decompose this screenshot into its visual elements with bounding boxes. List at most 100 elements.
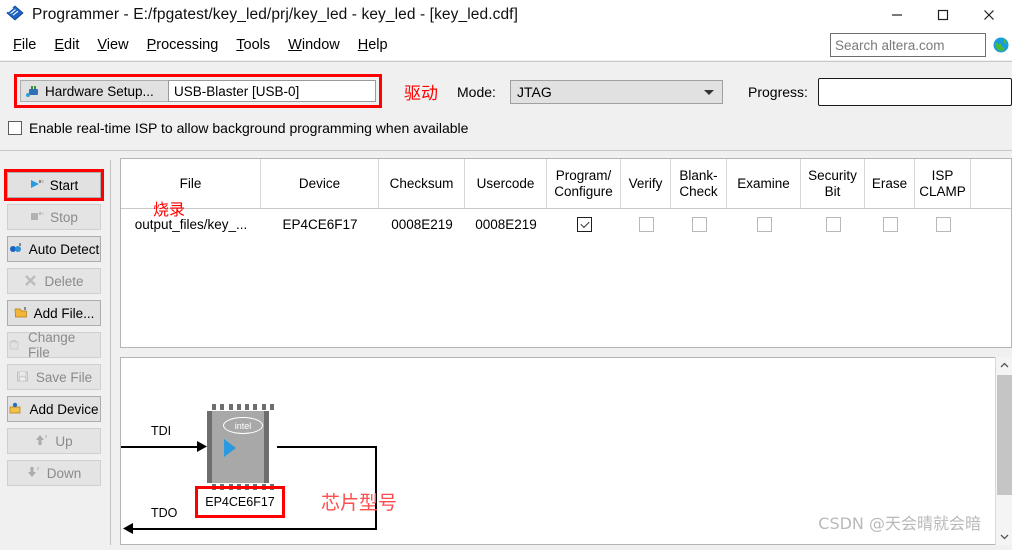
menu-item-help[interactable]: Help bbox=[349, 34, 397, 56]
diagram-vertical-scrollbar[interactable] bbox=[995, 357, 1012, 545]
action-button-label: Stop bbox=[50, 209, 78, 225]
realtime-isp-row[interactable]: Enable real-time ISP to allow background… bbox=[8, 120, 468, 136]
cell-checkbox-verify[interactable] bbox=[621, 209, 671, 239]
action-button-label: Auto Detect bbox=[28, 241, 100, 257]
table-column-header[interactable]: ISP CLAMP bbox=[915, 159, 971, 208]
close-button[interactable] bbox=[966, 0, 1012, 30]
checkbox-verify[interactable] bbox=[638, 216, 654, 232]
search-altera-box[interactable] bbox=[830, 33, 986, 57]
cell-file: output_files/key_... bbox=[134, 216, 248, 232]
action-button-label: Change File bbox=[28, 330, 76, 360]
checkbox-program-configure[interactable] bbox=[576, 216, 592, 232]
scroll-up-button[interactable] bbox=[996, 357, 1012, 374]
cell-checkbox-blank-check[interactable] bbox=[671, 209, 727, 239]
checkbox-erase[interactable] bbox=[882, 216, 898, 232]
progress-bar bbox=[818, 78, 1012, 106]
action-button-label: Down bbox=[46, 465, 82, 481]
column-separator bbox=[110, 160, 111, 548]
minimize-button[interactable] bbox=[874, 0, 920, 30]
fpga-chip-graphic[interactable]: intel bbox=[207, 404, 274, 490]
toolbar-separator bbox=[0, 150, 1012, 151]
table-column-header[interactable]: File bbox=[121, 159, 261, 208]
realtime-isp-checkbox[interactable] bbox=[8, 121, 22, 135]
scrollbar-thumb[interactable] bbox=[997, 375, 1012, 495]
intel-logo-icon: intel bbox=[223, 417, 263, 434]
table-column-header[interactable]: Program/Configure bbox=[547, 159, 621, 208]
chevron-down-icon bbox=[704, 90, 714, 95]
save-file-icon bbox=[16, 370, 31, 384]
auto-detect-icon bbox=[9, 242, 24, 256]
tdi-wire bbox=[121, 446, 201, 448]
chip-pin bbox=[236, 404, 241, 410]
action-button-label: Delete bbox=[44, 273, 84, 289]
add-file-icon bbox=[14, 306, 29, 320]
chip-pin bbox=[212, 404, 216, 410]
menu-item-processing[interactable]: Processing bbox=[138, 34, 228, 56]
stop-icon bbox=[30, 210, 45, 224]
cell-checkbox-isp-clamp[interactable] bbox=[915, 209, 971, 239]
checkbox-security-bit[interactable] bbox=[825, 216, 841, 232]
action-button-start[interactable]: Start bbox=[7, 172, 101, 198]
maximize-button[interactable] bbox=[920, 0, 966, 30]
action-button-label: Add Device bbox=[29, 401, 99, 417]
cell-checkbox-program-configure[interactable] bbox=[547, 209, 621, 239]
chip-pin bbox=[245, 404, 250, 410]
table-column-header[interactable]: Erase bbox=[865, 159, 915, 208]
add-device-icon bbox=[9, 402, 24, 416]
annotation-driver: 驱动 bbox=[404, 84, 438, 104]
chip-part-number-highlight: EP4CE6F17 bbox=[195, 486, 285, 518]
hardware-device-field[interactable]: USB-Blaster [USB-0] bbox=[168, 80, 376, 102]
chip-pin bbox=[261, 404, 266, 410]
cell-checkbox-examine[interactable] bbox=[727, 209, 801, 239]
checkbox-examine[interactable] bbox=[756, 216, 772, 232]
action-button-label: Save File bbox=[35, 369, 93, 385]
delete-x-icon bbox=[24, 274, 39, 288]
checkbox-blank-check[interactable] bbox=[691, 216, 707, 232]
cell-usercode: 0008E219 bbox=[475, 216, 537, 232]
tdi-label: TDI bbox=[151, 424, 172, 438]
hardware-setup-button[interactable]: Hardware Setup... bbox=[20, 80, 172, 102]
scroll-down-button[interactable] bbox=[996, 528, 1012, 545]
table-column-header[interactable]: Device bbox=[261, 159, 379, 208]
menu-item-window[interactable]: Window bbox=[279, 34, 349, 56]
cell-device: EP4CE6F17 bbox=[282, 216, 358, 232]
table-column-header[interactable]: Blank- Check bbox=[671, 159, 727, 208]
hardware-toolbar: Hardware Setup... USB-Blaster [USB-0] 驱动… bbox=[0, 62, 1012, 146]
action-button-auto-detect[interactable]: Auto Detect bbox=[7, 236, 101, 262]
action-button-add-device[interactable]: Add Device bbox=[7, 396, 101, 422]
cell-checkbox-erase[interactable] bbox=[865, 209, 915, 239]
table-body: output_files/key_... EP4CE6F17 0008E219 000… bbox=[121, 209, 1011, 239]
chip-pin bbox=[228, 404, 233, 410]
table-row[interactable]: output_files/key_... EP4CE6F17 0008E219 000… bbox=[121, 209, 1011, 239]
realtime-isp-label: Enable real-time ISP to allow background… bbox=[29, 120, 469, 136]
action-button-change-file: Change File bbox=[7, 330, 101, 360]
menu-item-tools[interactable]: Tools bbox=[227, 34, 279, 56]
action-button-delete: Delete bbox=[7, 268, 101, 294]
menu-item-edit[interactable]: Edit bbox=[45, 34, 88, 56]
chip-pins-top bbox=[212, 404, 274, 410]
mode-select[interactable]: JTAG bbox=[510, 80, 723, 104]
table-column-header[interactable]: Checksum bbox=[379, 159, 465, 208]
action-button-down: Down bbox=[7, 460, 101, 486]
bottom-strip bbox=[0, 545, 1012, 550]
cell-checkbox-security-bit[interactable] bbox=[801, 209, 865, 239]
menu-item-view[interactable]: View bbox=[88, 34, 137, 56]
chip-pin bbox=[253, 404, 258, 410]
device-chain-diagram: TDI intel TDO EP4CE6F17 芯片型号 CSDN @天会晴就会… bbox=[120, 357, 1012, 545]
menu-item-file[interactable]: File bbox=[4, 34, 45, 56]
change-file-icon bbox=[8, 338, 23, 352]
table-column-header[interactable] bbox=[971, 159, 1011, 208]
globe-icon[interactable] bbox=[992, 36, 1010, 54]
search-input[interactable] bbox=[831, 34, 985, 56]
programmer-window: Programmer - E:/fpgatest/key_led/prj/key… bbox=[0, 0, 1012, 550]
table-column-header[interactable]: Usercode bbox=[465, 159, 547, 208]
checkbox-isp-clamp[interactable] bbox=[935, 216, 951, 232]
action-button-add-file[interactable]: Add File... bbox=[7, 300, 101, 326]
action-button-label: Up bbox=[55, 433, 73, 449]
hardware-chip-icon bbox=[25, 84, 41, 98]
table-column-header[interactable]: Examine bbox=[727, 159, 801, 208]
progress-label: Progress: bbox=[748, 84, 808, 100]
table-column-header[interactable]: Security Bit bbox=[801, 159, 865, 208]
window-controls bbox=[874, 0, 1012, 30]
table-column-header[interactable]: Verify bbox=[621, 159, 671, 208]
